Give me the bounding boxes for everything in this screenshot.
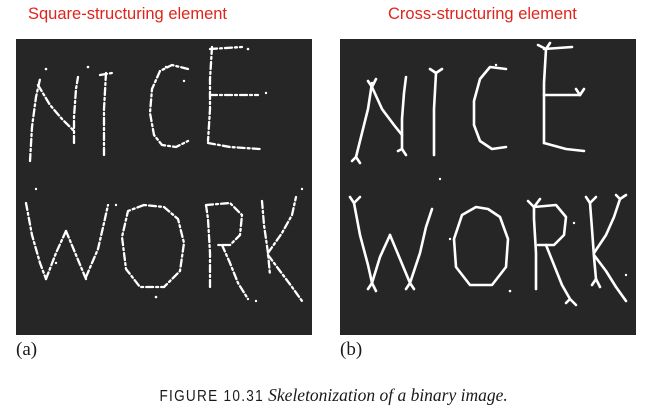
- panel-b-heading: Cross-structuring element: [388, 5, 577, 23]
- skeleton-image-cross: [348, 41, 628, 307]
- panel-a-heading: Square-structuring element: [28, 5, 228, 23]
- skeleton-image-square: [24, 45, 304, 303]
- panel-b-label: (b): [340, 339, 363, 360]
- panel-a-image: [16, 39, 312, 335]
- figure-number: FIGURE 10.31: [159, 388, 265, 405]
- panel-b-image: [340, 39, 636, 335]
- figure-caption: FIGURE 10.31 Skeletonization of a binary …: [0, 383, 649, 409]
- panel-a-label: (a): [16, 339, 38, 360]
- caption-text: Skeletonization of a binary image.: [268, 385, 508, 405]
